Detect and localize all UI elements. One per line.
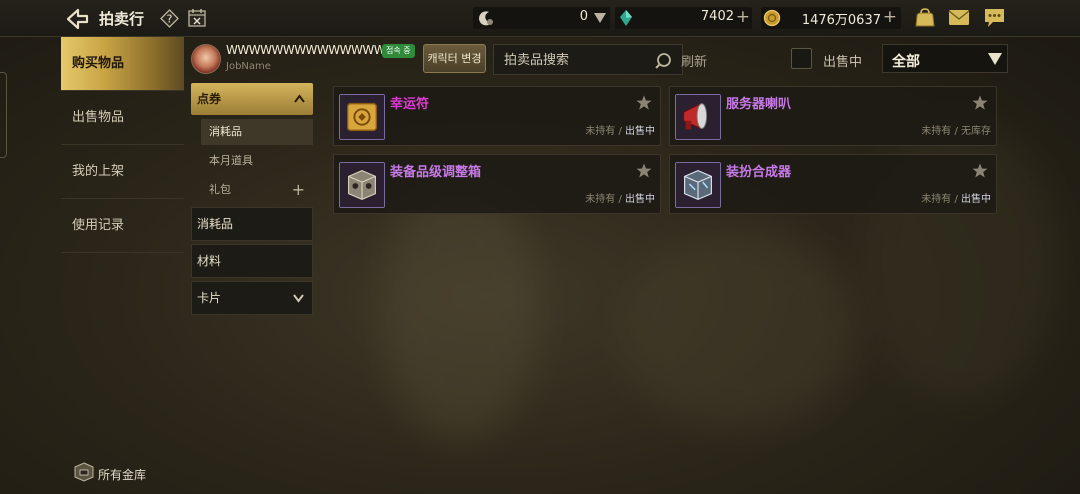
sidebar-item-my-listings[interactable]: 我的上架	[61, 145, 184, 199]
page-title: 拍卖行	[99, 10, 145, 28]
category-points-label: 点券	[197, 92, 222, 106]
category-materials[interactable]: 材料	[191, 244, 313, 278]
currency-b-add-icon[interactable]: +	[736, 7, 750, 27]
player-name: WWWWWWWWWWWWWW	[226, 43, 386, 57]
item-status: 未持有 / 无库存	[921, 122, 991, 137]
inventory-bag-icon[interactable]	[913, 7, 937, 29]
item-name: 装备品级调整箱	[390, 165, 482, 180]
item-stock-status: 出售中	[625, 194, 655, 205]
back-arrow-icon[interactable]	[64, 7, 90, 31]
chevron-up-icon	[294, 94, 305, 103]
refresh-button[interactable]: 刷新	[681, 51, 707, 70]
change-character-button[interactable]: 캐릭터 변경	[423, 44, 486, 73]
item-stock-status: 出售中	[961, 194, 991, 205]
vault-icon[interactable]	[73, 462, 95, 482]
item-name: 装扮合成器	[726, 165, 792, 180]
box-icon	[339, 162, 385, 208]
chevron-down-icon	[988, 53, 1002, 65]
category-cards[interactable]: 卡片	[191, 281, 313, 315]
onsale-label: 出售中	[823, 55, 863, 70]
item-stock-status: 无库存	[961, 126, 991, 137]
subcategory-consumables[interactable]: 消耗品	[201, 119, 313, 145]
item-owned-status: 未持有	[921, 194, 952, 205]
subcategory-package[interactable]: 礼包 +	[201, 177, 313, 203]
side-drawer-handle[interactable]	[0, 72, 7, 158]
subcategory-monthly[interactable]: 本月道具	[201, 148, 313, 174]
item-status: 未持有 / 出售中	[585, 122, 655, 137]
item-card[interactable]: 幸运符 未持有 / 出售中	[333, 86, 661, 146]
gold-coin-icon	[763, 9, 781, 27]
vault-label[interactable]: 所有金库	[98, 466, 146, 483]
sidebar: 购买物品 出售物品 我的上架 使用记录	[61, 37, 184, 477]
item-status: 未持有 / 出售中	[921, 190, 991, 205]
job-name: JobName	[226, 61, 271, 72]
item-owned-status: 未持有	[585, 126, 616, 137]
item-name: 幸运符	[390, 97, 430, 112]
top-bar: 拍卖行 ? 0 7402 + 1476万0637 +	[0, 0, 1080, 37]
currency-c-value: 1476万0637	[801, 13, 881, 28]
favorite-star-icon[interactable]	[972, 95, 988, 110]
currency-a-value: 0	[579, 9, 588, 24]
favorite-star-icon[interactable]	[636, 163, 652, 178]
item-stock-status: 出售中	[625, 126, 655, 137]
megaphone-icon	[675, 94, 721, 140]
online-status-badge: 접속 중	[382, 44, 415, 58]
currency-b-box: 7402 +	[615, 7, 752, 29]
onsale-checkbox[interactable]	[791, 48, 812, 69]
category-cards-label: 卡片	[197, 291, 222, 305]
status-separator: /	[618, 194, 622, 205]
sidebar-item-history[interactable]: 使用记录	[61, 199, 184, 253]
currency-c-add-icon[interactable]: +	[883, 7, 897, 27]
item-card[interactable]: 装备品级调整箱 未持有 / 出售中	[333, 154, 661, 214]
sidebar-item-sell[interactable]: 出售物品	[61, 91, 184, 145]
favorite-star-icon[interactable]	[636, 95, 652, 110]
filter-select[interactable]: 全部	[882, 44, 1008, 73]
green-gem-icon	[620, 10, 632, 26]
item-owned-status: 未持有	[585, 194, 616, 205]
filter-selected-value: 全部	[892, 54, 920, 70]
status-separator: /	[954, 126, 958, 137]
chevron-down-icon	[293, 294, 304, 303]
search-input[interactable]	[504, 51, 654, 69]
status-separator: /	[618, 126, 622, 137]
currency-dropdown-icon[interactable]	[594, 13, 606, 23]
scroll-icon	[339, 94, 385, 140]
calendar-icon[interactable]	[187, 8, 207, 28]
category-consumables[interactable]: 消耗品	[191, 207, 313, 241]
expand-plus-icon[interactable]: +	[292, 177, 305, 203]
currency-a-box: 0	[473, 7, 610, 29]
cube-icon	[675, 162, 721, 208]
crescent-coin-icon	[479, 11, 493, 26]
item-card[interactable]: 装扮合成器 未持有 / 出售中	[669, 154, 997, 214]
search-box	[493, 44, 683, 75]
item-name: 服务器喇叭	[726, 97, 792, 112]
currency-b-value: 7402	[700, 9, 734, 24]
item-status: 未持有 / 出售中	[585, 190, 655, 205]
item-owned-status: 未持有	[921, 126, 952, 137]
svg-text:?: ?	[167, 13, 173, 26]
subcategory-package-label: 礼包	[209, 183, 231, 196]
category-points[interactable]: 点券	[191, 83, 313, 115]
currency-c-box: 1476万0637 +	[761, 7, 901, 29]
favorite-star-icon[interactable]	[972, 163, 988, 178]
mail-icon[interactable]	[948, 9, 970, 26]
help-icon[interactable]: ?	[160, 9, 179, 28]
status-separator: /	[954, 194, 958, 205]
search-icon[interactable]	[655, 52, 672, 69]
item-card[interactable]: 服务器喇叭 未持有 / 无库存	[669, 86, 997, 146]
avatar[interactable]	[191, 44, 221, 74]
chat-icon[interactable]	[983, 7, 1006, 29]
sidebar-item-buy[interactable]: 购买物品	[61, 37, 184, 91]
